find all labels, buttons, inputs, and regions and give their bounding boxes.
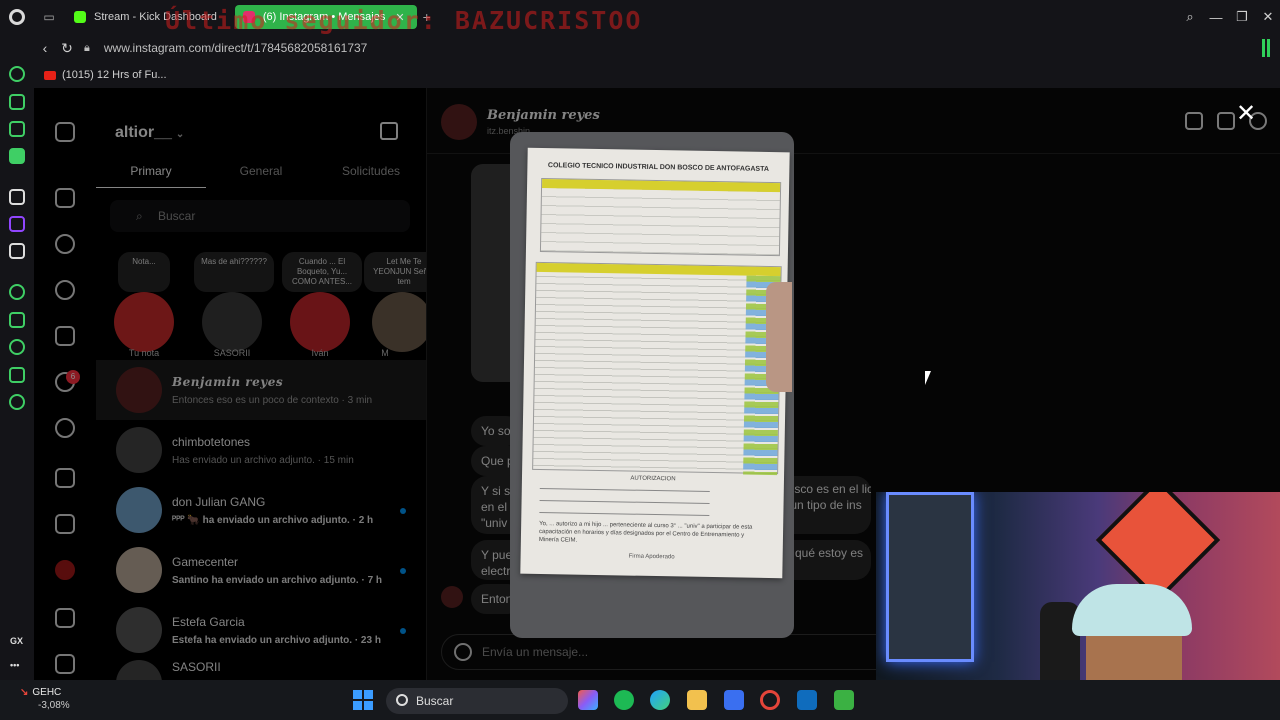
tab-menu-icon[interactable]: ▭ [38,6,60,28]
messenger-icon[interactable] [9,148,25,164]
authorization-text: Yo, ... autorizo a mi hijo ... perteneci… [538,521,753,544]
lock-icon[interactable]: 🔒︎ [84,42,90,55]
tab-label: Stream - Kick Dashboard [94,11,217,23]
reload-icon[interactable]: ↻ [56,40,78,57]
x-icon[interactable] [9,243,25,259]
wallet-icon[interactable] [9,312,25,328]
media-viewer: COLEGIO TECNICO INDUSTRIAL DON BOSCO DE … [510,132,794,638]
stock-name: GEHC [32,687,62,698]
opera-sidebar: GX ••• [0,34,34,680]
opera-gx-icon[interactable] [760,690,780,710]
authorization-heading: AUTORIZACION [630,475,676,483]
dates-table [532,261,782,476]
extension-icon[interactable] [1262,39,1270,57]
close-tab-icon[interactable]: ✕ [395,11,404,24]
speed-dial-icon[interactable] [9,66,25,82]
instagram-icon [242,11,255,23]
start-icon[interactable] [353,690,373,710]
youtube-icon [44,70,56,80]
taskbar-search-input[interactable]: Buscar [386,688,568,714]
twitch-icon[interactable] [9,216,25,232]
stock-down-icon: ↘ [20,687,29,698]
url-field[interactable]: www.instagram.com/direct/t/1784568205816… [104,41,368,55]
close-icon[interactable]: ✕ [1236,102,1256,126]
document-title: COLEGIO TECNICO INDUSTRIAL DON BOSCO DE … [547,162,769,173]
document-photo: COLEGIO TECNICO INDUSTRIAL DON BOSCO DE … [520,147,790,579]
edge-icon[interactable] [650,690,670,710]
gx-label: GX [10,636,24,646]
outlook-icon[interactable] [797,690,817,710]
schedule-table [539,177,782,257]
file-explorer-icon[interactable] [687,690,707,710]
close-window-icon[interactable]: ✕ [1256,9,1280,25]
taskbar-search-placeholder: Buscar [416,694,454,708]
windows-taskbar: ↘ GEHC -3,08% Buscar [0,680,1280,720]
settings-icon[interactable] [9,394,25,410]
store-icon[interactable] [724,690,744,710]
tab-kick[interactable]: Stream - Kick Dashboard [66,5,229,29]
new-tab-button[interactable]: + [423,9,431,25]
tab-instagram[interactable]: (6) Instagram • Mensajes ✕ [234,5,417,29]
extensions-icon[interactable] [9,367,25,383]
signature-label: Firma Apoderado [628,553,675,561]
copilot-icon[interactable] [578,690,598,710]
bookmark-item[interactable]: (1015) 12 Hrs of Fu... [62,69,167,81]
more-icon[interactable]: ••• [10,660,19,670]
minimize-icon[interactable]: — [1204,10,1228,25]
aria-icon[interactable] [9,189,25,205]
tab-label: (6) Instagram • Mensajes [262,11,386,23]
streamer-cap [1072,584,1192,636]
player-icon[interactable] [9,284,25,300]
stock-widget[interactable]: ↘ GEHC -3,08% [20,686,70,712]
stock-change: -3,08% [38,700,70,711]
search-icon [396,694,408,706]
bookmarks-bar: (1015) 12 Hrs of Fu... [34,62,1280,88]
minecraft-icon[interactable] [834,690,854,710]
hand [766,282,792,392]
bookmarks-icon[interactable] [9,121,25,137]
webcam-background [886,492,974,662]
search-tabs-icon[interactable]: ⌕ [1178,9,1202,25]
browser-titlebar: ▭ Stream - Kick Dashboard (6) Instagram … [0,0,1280,34]
window-controls: ⌕ — ❐ ✕ [1176,0,1280,34]
screen: ▭ Stream - Kick Dashboard (6) Instagram … [0,0,1280,720]
restore-icon[interactable]: ❐ [1230,9,1254,25]
ai-icon[interactable] [9,94,25,110]
spotify-icon[interactable] [614,690,634,710]
mouse-cursor-icon [925,371,931,385]
kick-icon [74,11,86,23]
address-bar: ‹ › ↻ 🔒︎ www.instagram.com/direct/t/1784… [34,34,1280,714]
history-icon[interactable] [9,339,25,355]
opera-logo-icon[interactable] [0,0,34,34]
back-icon[interactable]: ‹ [34,40,56,56]
